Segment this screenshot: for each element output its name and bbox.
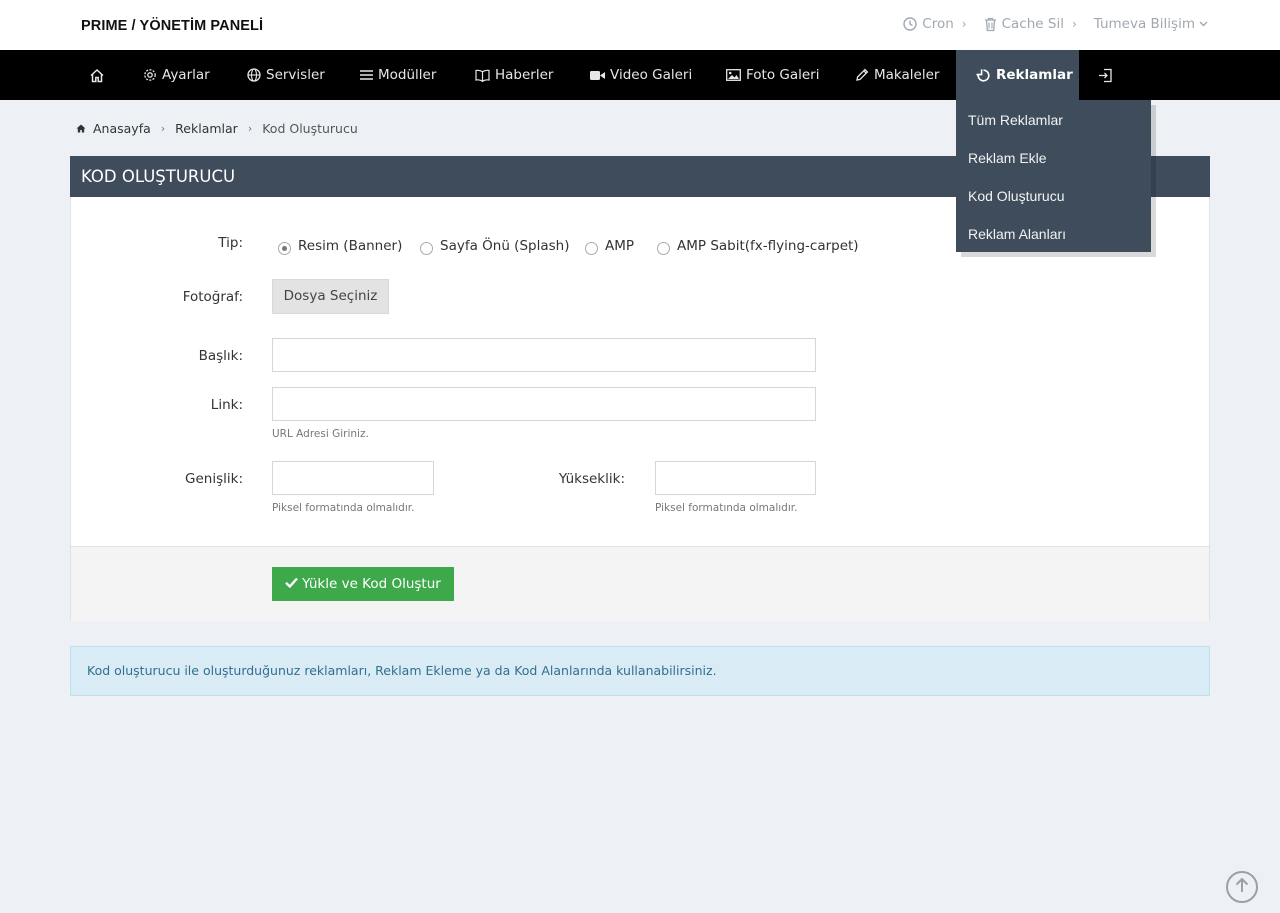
book-icon: [475, 69, 495, 82]
height-label: Yükseklik:: [558, 471, 625, 487]
nav-label: Reklamlar: [996, 67, 1073, 83]
check-icon: [285, 576, 302, 592]
height-input[interactable]: [655, 461, 816, 495]
type-radio-splash[interactable]: Sayfa Önü (Splash): [420, 237, 569, 255]
nav-label: Modüller: [378, 67, 437, 83]
type-label: Tip:: [218, 235, 243, 251]
main-nav: Ayarlar Servisler Modüller Haberler Vide…: [0, 50, 1280, 100]
cache-clear-label: Cache Sil: [1001, 16, 1064, 32]
link-label: Link:: [210, 397, 243, 413]
radio-unchecked: [420, 242, 433, 255]
photo-label: Fotoğraf:: [182, 289, 243, 305]
chevron-down-icon: [1199, 21, 1208, 27]
radio-label: AMP Sabit(fx-flying-carpet): [677, 238, 859, 254]
dropdown-item-tum-reklamlar[interactable]: Tüm Reklamlar: [956, 109, 1151, 147]
scroll-top-button[interactable]: [1226, 871, 1258, 903]
radio-unchecked: [585, 242, 598, 255]
nav-servisler[interactable]: Servisler: [247, 50, 325, 100]
radio-unchecked: [657, 242, 670, 255]
chevron-right-icon: ›: [961, 17, 967, 31]
list-icon: [360, 69, 378, 81]
nav-label: Video Galeri: [610, 67, 693, 83]
dropdown-item-kod-olusturucu[interactable]: Kod Oluşturucu: [956, 185, 1151, 223]
brand-title: PRIME / YÖNETİM PANELİ: [81, 18, 264, 34]
image-icon: [726, 69, 746, 81]
type-radio-amp-fixed[interactable]: AMP Sabit(fx-flying-carpet): [657, 237, 859, 255]
radio-label: Resim (Banner): [298, 238, 403, 254]
nav-haberler[interactable]: Haberler: [475, 50, 553, 100]
type-radio-banner[interactable]: Resim (Banner): [278, 237, 402, 255]
width-help-text: Piksel formatında olmalıdır.: [272, 502, 415, 514]
trash-icon: [984, 17, 997, 32]
clock-icon: [903, 17, 917, 31]
arrow-up-icon: [1235, 877, 1249, 897]
nav-video-galeri[interactable]: Video Galeri: [590, 50, 692, 100]
chevron-right-icon: ›: [1071, 17, 1077, 31]
type-radio-amp[interactable]: AMP: [585, 237, 634, 255]
pencil-icon: [855, 68, 874, 82]
user-menu[interactable]: Tumeva Bilişim: [1094, 16, 1208, 32]
radio-label: Sayfa Önü (Splash): [440, 238, 570, 254]
globe-icon: [247, 68, 266, 82]
title-field-label: Başlık:: [198, 348, 243, 364]
home-icon: [89, 68, 110, 83]
breadcrumb-parent[interactable]: Reklamlar: [175, 121, 238, 136]
nav-foto-galeri[interactable]: Foto Galeri: [726, 50, 819, 100]
breadcrumb-current: Kod Oluşturucu: [262, 121, 358, 136]
radio-label: AMP: [605, 238, 635, 254]
height-help-text: Piksel formatında olmalıdır.: [655, 502, 798, 514]
nav-home[interactable]: [89, 50, 110, 100]
link-input[interactable]: [272, 387, 816, 421]
nav-ayarlar[interactable]: Ayarlar: [143, 50, 210, 100]
link-help-text: URL Adresi Giriniz.: [272, 428, 369, 440]
top-links: Cron › Cache Sil › Tumeva Bilişim: [886, 16, 1208, 32]
breadcrumb: Anasayfa › Reklamlar › Kod Oluşturucu: [76, 121, 358, 136]
dropdown-item-reklam-alanlari[interactable]: Reklam Alanları: [956, 223, 1151, 261]
radio-checked: [278, 242, 291, 255]
file-select-button[interactable]: Dosya Seçiniz: [272, 279, 389, 314]
nav-reklamlar[interactable]: Reklamlar: [956, 50, 1079, 100]
nav-makaleler[interactable]: Makaleler: [855, 50, 939, 100]
cache-clear-link[interactable]: Cache Sil ›: [984, 16, 1077, 32]
video-icon: [590, 70, 610, 81]
logout-icon: [1098, 68, 1118, 83]
info-alert: Kod oluşturucu ile oluşturduğunuz reklam…: [70, 646, 1210, 696]
user-menu-label: Tumeva Bilişim: [1093, 16, 1195, 32]
title-input[interactable]: [272, 338, 816, 372]
gear-icon: [143, 68, 162, 82]
nav-label: Servisler: [266, 67, 325, 83]
width-label: Genişlik:: [185, 471, 243, 487]
panel-footer: Yükle ve Kod Oluştur: [71, 546, 1209, 621]
submit-button[interactable]: Yükle ve Kod Oluştur: [272, 567, 454, 601]
width-input[interactable]: [272, 461, 434, 495]
cron-link[interactable]: Cron ›: [903, 16, 967, 32]
nav-label: Haberler: [495, 67, 554, 83]
nav-label: Makaleler: [874, 67, 940, 83]
top-header: PRIME / YÖNETİM PANELİ Cron › Cache Sil …: [0, 0, 1280, 50]
cron-label: Cron: [922, 16, 954, 32]
nav-logout[interactable]: [1098, 50, 1118, 100]
chevron-right-icon: ›: [160, 122, 166, 135]
nav-moduller[interactable]: Modüller: [360, 50, 436, 100]
dropdown-item-reklam-ekle[interactable]: Reklam Ekle: [956, 147, 1151, 185]
pie-icon: [976, 68, 996, 83]
breadcrumb-home[interactable]: Anasayfa: [93, 121, 151, 136]
nav-label: Ayarlar: [162, 67, 210, 83]
submit-label: Yükle ve Kod Oluştur: [302, 576, 441, 592]
nav-label: Foto Galeri: [746, 67, 820, 83]
chevron-right-icon: ›: [247, 122, 253, 135]
reklamlar-dropdown: Tüm Reklamlar Reklam Ekle Kod Oluşturucu…: [956, 100, 1151, 252]
home-small-icon: [76, 121, 86, 136]
